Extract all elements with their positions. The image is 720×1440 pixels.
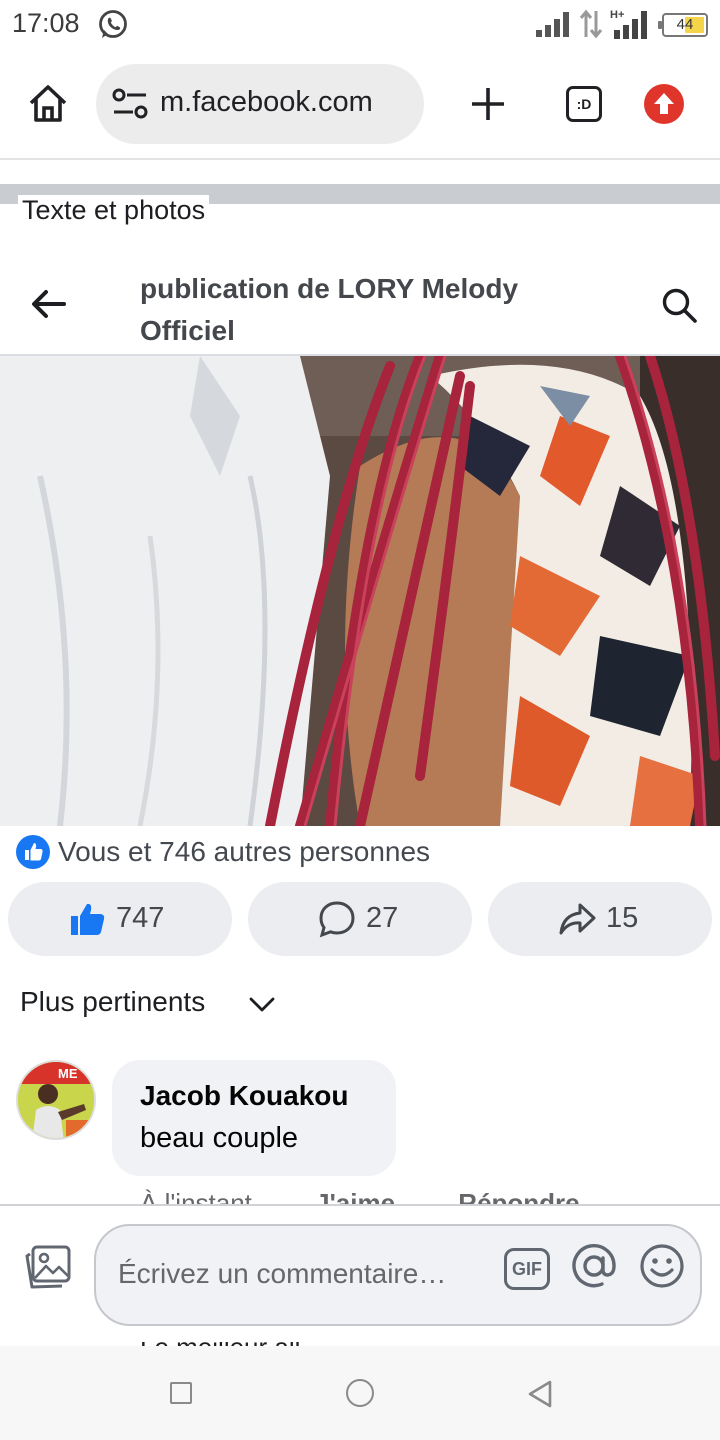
whatsapp-icon xyxy=(99,10,127,38)
comment-composer: Écrivez un commentaire… GIF xyxy=(0,1204,720,1342)
comment-count: 27 xyxy=(366,902,399,934)
comment-author[interactable]: Jacob Kouakou xyxy=(140,1080,348,1112)
post-header: publication de LORY Melody Officiel xyxy=(0,226,720,356)
home-icon[interactable] xyxy=(26,82,70,126)
recent-apps-icon[interactable] xyxy=(170,1382,192,1404)
battery-level: 44 xyxy=(676,16,694,33)
system-navigation-bar xyxy=(0,1346,720,1440)
mention-icon[interactable] xyxy=(570,1242,618,1290)
tab-switcher-icon[interactable]: :D xyxy=(566,86,602,122)
back-arrow-icon[interactable] xyxy=(30,288,68,320)
status-bar: 17:08 H+ 44 xyxy=(0,0,720,52)
like-button[interactable]: 747 xyxy=(8,882,232,956)
data-arrows-icon xyxy=(579,9,603,39)
photo-icon[interactable] xyxy=(24,1244,72,1290)
like-icon xyxy=(16,835,50,869)
like-icon xyxy=(71,903,105,935)
share-icon xyxy=(559,903,596,935)
reaction-summary-text: Vous et 746 autres personnes xyxy=(58,836,431,867)
comment-input[interactable]: Écrivez un commentaire… GIF xyxy=(94,1224,702,1326)
comment-sort-label[interactable]: Plus pertinents xyxy=(20,986,205,1018)
avatar[interactable]: ME xyxy=(16,1060,96,1140)
search-icon[interactable] xyxy=(660,286,698,324)
like-count: 747 xyxy=(116,902,165,934)
chevron-down-icon[interactable] xyxy=(248,992,276,1016)
status-time: 17:08 xyxy=(12,8,80,38)
address-bar[interactable]: m.facebook.com xyxy=(96,64,424,144)
back-triangle-icon[interactable] xyxy=(526,1379,554,1409)
site-settings-icon[interactable] xyxy=(110,86,150,122)
update-icon[interactable] xyxy=(644,84,684,124)
comment-icon xyxy=(319,901,355,938)
browser-toolbar: m.facebook.com :D xyxy=(0,52,720,160)
new-tab-icon[interactable] xyxy=(466,82,510,126)
gif-icon[interactable]: GIF xyxy=(504,1248,550,1290)
home-button-icon[interactable] xyxy=(346,1379,374,1407)
share-count: 15 xyxy=(606,902,639,934)
comment-bubble[interactable]: Jacob Kouakou beau couple xyxy=(112,1060,396,1176)
share-button[interactable]: 15 xyxy=(488,882,712,956)
previous-section-label: Texte et photos xyxy=(18,195,210,226)
comment-text: beau couple xyxy=(140,1122,299,1154)
signal-icon xyxy=(536,12,569,37)
page-title: publication de LORY Melody Officiel xyxy=(140,273,519,346)
post-photo[interactable] xyxy=(0,356,720,826)
battery-icon: 44 xyxy=(658,13,708,37)
comment-button[interactable]: 27 xyxy=(248,882,472,956)
svg-text:ME: ME xyxy=(58,1066,78,1081)
svg-text:H+: H+ xyxy=(610,9,624,21)
signal-icon: H+ xyxy=(610,9,647,39)
comment-input-placeholder: Écrivez un commentaire… xyxy=(118,1258,447,1289)
url-text: m.facebook.com xyxy=(160,86,373,118)
emoji-icon[interactable] xyxy=(638,1242,686,1290)
